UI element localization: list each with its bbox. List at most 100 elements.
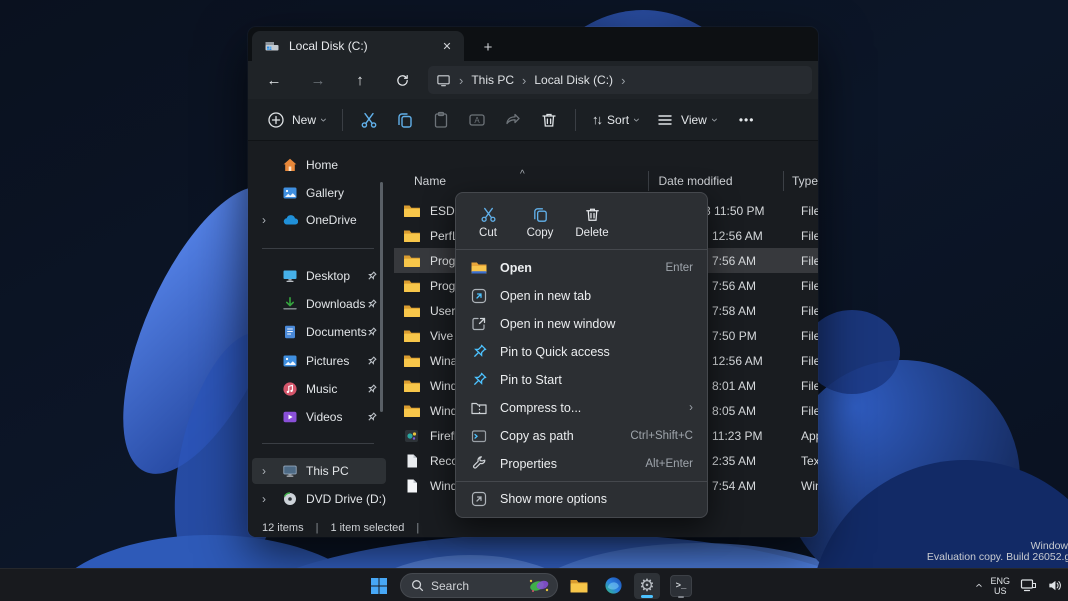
sidebar-item-music[interactable]: Music	[252, 376, 386, 402]
sidebar-item-home[interactable]: Home	[252, 152, 386, 178]
taskbar-settings[interactable]: ⚙	[634, 572, 660, 599]
share-button[interactable]	[495, 105, 531, 135]
menu-cut-button[interactable]: Cut	[462, 201, 514, 243]
this-pc-icon	[437, 74, 450, 86]
menu-item-pin-quick-access[interactable]: Pin to Quick access	[456, 338, 707, 366]
new-tab-button[interactable]: +	[476, 35, 500, 59]
search-placeholder: Search	[431, 578, 470, 593]
forward-button[interactable]: →	[304, 68, 332, 92]
context-menu: Cut Copy Delete Open Enter Open in new t…	[455, 192, 708, 518]
pin-icon	[368, 327, 377, 336]
delete-button[interactable]	[531, 105, 567, 135]
folder-icon	[404, 405, 420, 417]
folder-icon	[404, 230, 420, 242]
cut-button[interactable]	[351, 105, 387, 135]
start-button[interactable]	[366, 573, 392, 599]
tab-title: Local Disk (C:)	[289, 39, 368, 53]
menu-item-open-new-tab[interactable]: Open in new tab	[456, 282, 707, 310]
breadcrumb-this-pc[interactable]: This PC	[471, 73, 514, 87]
menu-item-pin-to-start[interactable]: Pin to Start	[456, 366, 707, 394]
tab-bar: Local Disk (C:) ✕ +	[248, 27, 818, 61]
pin-icon	[368, 356, 377, 365]
language-indicator[interactable]: ENG US	[990, 576, 1010, 596]
watermark-line2: Evaluation copy. Build 26052.ge_	[926, 551, 1068, 563]
pictures-icon	[283, 355, 297, 367]
menu-item-compress-to[interactable]: Compress to... ›	[456, 394, 707, 422]
downloads-icon	[283, 297, 297, 310]
selection-count: 1 item selected	[330, 521, 405, 534]
network-icon[interactable]	[1020, 578, 1037, 593]
new-button[interactable]: New ›	[258, 105, 334, 135]
sidebar-item-downloads[interactable]: Downloads	[252, 291, 386, 317]
system-tray: › ENG US	[971, 569, 1062, 601]
show-more-options-icon	[471, 491, 487, 507]
folder-icon	[404, 255, 420, 267]
rename-button[interactable]: A	[459, 105, 495, 135]
chevron-right-icon: ›	[262, 492, 266, 506]
plus-circle-icon	[268, 111, 284, 128]
menu-copy-button[interactable]: Copy	[514, 201, 566, 243]
more-options-button[interactable]: •••	[731, 108, 763, 132]
rename-icon: A	[469, 113, 485, 126]
status-bar: 12 items | 1 item selected |	[248, 518, 818, 537]
column-header-date-modified[interactable]: Date modified	[648, 171, 783, 191]
volume-icon[interactable]	[1047, 578, 1062, 593]
sort-button[interactable]: ↑↓ Sort ›	[584, 107, 647, 132]
sidebar-item-gallery[interactable]: Gallery	[252, 180, 386, 206]
breadcrumb-chevron: ›	[459, 72, 464, 88]
document-file-icon	[407, 479, 417, 492]
column-header-type[interactable]: Type	[782, 171, 818, 191]
desktop: Windows 1 Evaluation copy. Build 26052.g…	[0, 0, 1068, 601]
sidebar-scrollbar[interactable]	[380, 182, 383, 412]
cut-icon	[480, 207, 496, 222]
sidebar-item-dvd-drive[interactable]: › DVD Drive (D:) C	[252, 486, 386, 512]
sidebar-item-onedrive[interactable]: › OneDrive	[252, 207, 386, 233]
command-toolbar: New › A ↑↓ Sort › View › •••	[248, 99, 818, 141]
taskbar-search-box[interactable]: Search	[400, 573, 558, 598]
taskbar-terminal[interactable]: >_	[668, 573, 694, 599]
share-icon	[506, 113, 520, 124]
sidebar-item-videos[interactable]: Videos	[252, 404, 386, 430]
menu-item-show-more-options[interactable]: Show more options	[456, 485, 707, 513]
taskbar-file-explorer[interactable]	[566, 573, 592, 599]
explorer-tab[interactable]: Local Disk (C:) ✕	[252, 31, 464, 61]
cut-icon	[361, 112, 377, 128]
tray-chevron-up-icon[interactable]: ›	[971, 583, 986, 587]
search-highlight-mask-icon	[529, 579, 549, 592]
this-pc-icon	[283, 465, 297, 477]
menu-delete-button[interactable]: Delete	[566, 201, 618, 243]
windows-logo-icon	[371, 577, 387, 594]
copy-button[interactable]	[387, 105, 423, 135]
menu-item-open-new-window[interactable]: Open in new window	[456, 310, 707, 338]
breadcrumb-current[interactable]: Local Disk (C:)	[534, 73, 613, 87]
taskbar-edge-browser[interactable]	[600, 573, 626, 599]
sort-ascending-icon: ^	[520, 169, 525, 180]
sidebar-item-pictures[interactable]: Pictures	[252, 348, 386, 374]
search-icon	[412, 580, 424, 592]
open-in-new-tab-icon	[471, 288, 487, 304]
paste-button[interactable]	[423, 105, 459, 135]
chevron-right-icon: ›	[262, 464, 266, 478]
menu-item-properties[interactable]: Properties Alt+Enter	[456, 450, 707, 478]
refresh-button[interactable]	[388, 68, 416, 92]
open-in-new-window-icon	[472, 317, 486, 331]
refresh-icon	[396, 74, 408, 86]
view-button[interactable]: View ›	[647, 105, 725, 135]
sidebar-item-this-pc[interactable]: › This PC	[252, 458, 386, 484]
copy-as-path-icon	[471, 430, 487, 443]
pin-icon	[368, 299, 377, 308]
menu-item-open[interactable]: Open Enter	[456, 254, 707, 282]
sort-icon: ↑↓	[592, 112, 603, 127]
folder-icon	[404, 355, 420, 367]
up-button[interactable]: ↑	[346, 68, 374, 92]
svg-text:A: A	[474, 116, 480, 125]
address-bar[interactable]: › This PC › Local Disk (C:) ›	[428, 66, 812, 94]
sidebar-item-documents[interactable]: Documents	[252, 319, 386, 345]
ellipsis-icon: •••	[738, 112, 755, 127]
column-headers: ^ Name Date modified Type	[394, 168, 818, 194]
sidebar-item-desktop[interactable]: Desktop	[252, 263, 386, 289]
folder-icon	[404, 280, 420, 292]
menu-item-copy-as-path[interactable]: Copy as path Ctrl+Shift+C	[456, 422, 707, 450]
tab-close-button[interactable]: ✕	[438, 37, 456, 55]
back-button[interactable]: ←	[260, 68, 288, 92]
